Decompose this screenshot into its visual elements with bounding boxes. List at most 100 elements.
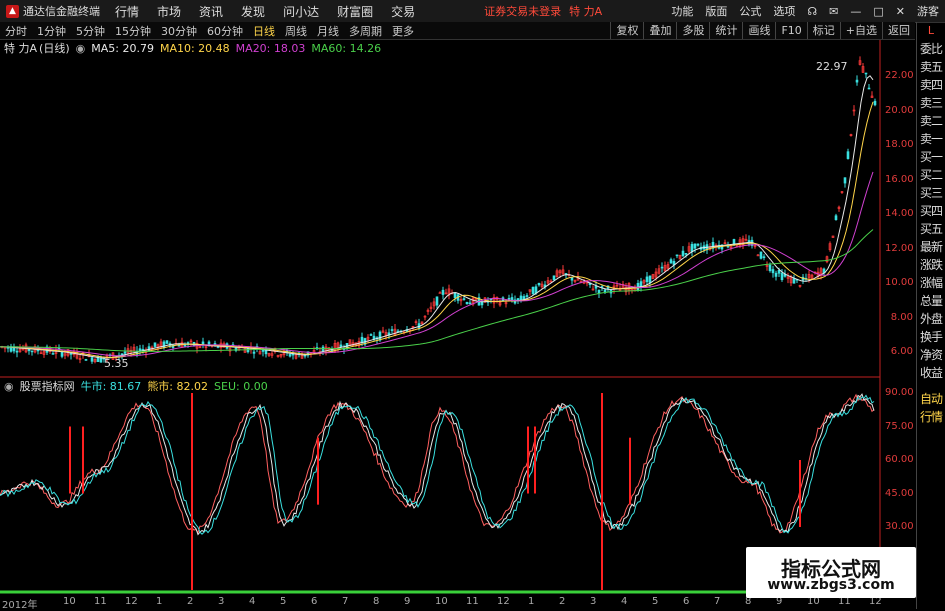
quote-sidebar: 委比 卖五 卖四 卖三 卖二 卖一 买一 买二 买三 买四 买五 最新 涨跌 涨幅 总量 外盘 换手 净资 收益自动… xyxy=(916,40,945,609)
ma20-line xyxy=(0,171,874,357)
high-annotation: 22.97 xyxy=(816,60,848,73)
candle-body xyxy=(435,296,439,306)
candle-body xyxy=(570,277,574,281)
candle-body xyxy=(138,348,142,352)
candle-body xyxy=(867,87,871,90)
candle-body xyxy=(531,286,535,295)
candle-body xyxy=(768,264,772,272)
candle-body xyxy=(762,256,766,258)
price-tick: 18.00 xyxy=(885,139,914,150)
date-tick: 10 xyxy=(435,596,448,607)
candle-body xyxy=(369,334,373,336)
date-tick: 7 xyxy=(714,596,721,607)
side-item[interactable]: 买五 xyxy=(917,220,945,238)
candle-body xyxy=(84,359,88,361)
indicator-tick: 90.00 xyxy=(885,387,914,398)
date-tick: 6 xyxy=(683,596,690,607)
candle-body xyxy=(648,275,652,284)
candle-body xyxy=(597,289,601,294)
date-tick: 7 xyxy=(342,596,349,607)
side-item[interactable]: 收益 xyxy=(917,364,945,382)
indicator-tick: 30.00 xyxy=(885,521,914,532)
candle-body xyxy=(153,342,157,347)
candle-body xyxy=(123,351,127,354)
low-annotation: 5.35 xyxy=(104,357,129,370)
price-tick: 6.00 xyxy=(890,346,913,357)
candle-body xyxy=(537,282,541,286)
indicator-tick: 60.00 xyxy=(885,454,914,465)
candle-body xyxy=(552,275,556,281)
candle-body xyxy=(288,354,292,357)
candle-body xyxy=(525,295,529,297)
candle-body xyxy=(696,243,700,246)
indicator-tick: 45.00 xyxy=(885,487,914,499)
side-item[interactable]: 外盘 xyxy=(917,310,945,328)
side-item[interactable]: 买四 xyxy=(917,202,945,220)
side-item[interactable]: 委比 xyxy=(917,40,945,58)
candle-body xyxy=(639,281,643,288)
side-item[interactable]: 卖三 xyxy=(917,94,945,112)
side-item[interactable]: 换手 xyxy=(917,328,945,346)
candle-body xyxy=(441,289,445,295)
date-tick: 2 xyxy=(187,596,194,607)
side-item[interactable]: 总量 xyxy=(917,292,945,310)
candle-body xyxy=(15,350,19,353)
side-item[interactable]: 买一 xyxy=(917,148,945,166)
side-item[interactable]: 卖五 xyxy=(917,58,945,76)
date-tick: 4 xyxy=(621,596,628,607)
date-tick: 11 xyxy=(94,596,107,607)
candle-body xyxy=(390,329,394,331)
side-item[interactable]: 卖二 xyxy=(917,112,945,130)
side-item[interactable]: 卖四 xyxy=(917,76,945,94)
date-tick: 1 xyxy=(156,596,163,607)
candle-body xyxy=(774,272,778,277)
candle-body xyxy=(252,351,256,354)
candle-body xyxy=(594,285,598,289)
candle-body xyxy=(681,250,685,257)
candle-body xyxy=(303,354,307,357)
side-item[interactable]: 涨幅 xyxy=(917,274,945,292)
candle-body xyxy=(516,298,520,301)
price-tick: 20.00 xyxy=(885,104,914,116)
side-item[interactable]: 行情 xyxy=(917,408,945,426)
candle-body xyxy=(855,79,859,83)
candle-body xyxy=(780,272,784,281)
osc-line-white xyxy=(0,393,875,536)
candle-body xyxy=(165,340,169,344)
date-tick: 3 xyxy=(590,596,597,607)
side-item[interactable]: 自动 xyxy=(917,390,945,408)
candle-body xyxy=(453,292,457,298)
candle-body xyxy=(759,251,763,259)
side-item[interactable]: 卖一 xyxy=(917,130,945,148)
date-tick: 1 xyxy=(528,596,535,607)
candle-body xyxy=(462,298,466,300)
side-item[interactable]: 净资 xyxy=(917,346,945,364)
candle-body xyxy=(777,269,781,274)
candle-body xyxy=(645,276,649,283)
candle-body xyxy=(792,278,796,284)
side-item[interactable]: 涨跌 xyxy=(917,256,945,274)
side-item[interactable]: 最新 xyxy=(917,238,945,256)
candle-body xyxy=(339,344,343,348)
date-tick: 10 xyxy=(63,596,76,607)
side-item[interactable]: 买二 xyxy=(917,166,945,184)
candle-body xyxy=(465,302,469,305)
candle-body xyxy=(480,301,484,306)
side-item[interactable]: 买三 xyxy=(917,184,945,202)
candle-body xyxy=(834,215,838,221)
candle-body xyxy=(507,297,511,300)
date-tick: 6 xyxy=(311,596,318,607)
price-tick: 16.00 xyxy=(885,173,914,185)
candle-body xyxy=(468,302,472,305)
price-chart[interactable] xyxy=(0,0,917,596)
osc-line-red xyxy=(0,393,875,534)
indicator-tick: 75.00 xyxy=(885,420,914,432)
candle-body xyxy=(213,343,217,345)
candle-body xyxy=(669,259,673,264)
candle-body xyxy=(771,269,775,274)
price-tick: 8.00 xyxy=(890,311,913,323)
candle-body xyxy=(51,353,55,355)
candle-body xyxy=(690,243,694,252)
side-level-indicator[interactable]: L xyxy=(916,22,945,40)
price-tick: 22.00 xyxy=(885,70,914,81)
